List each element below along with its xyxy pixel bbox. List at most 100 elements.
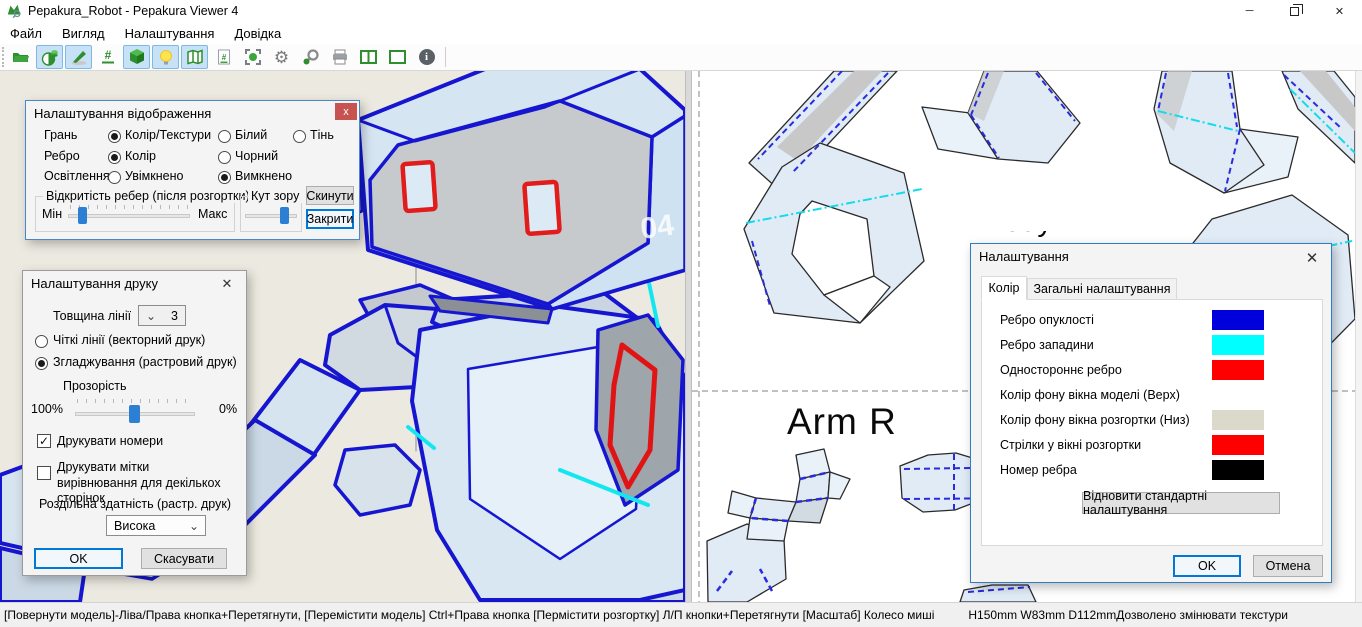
print-button[interactable]: [326, 45, 353, 69]
close-icon: ✕: [1306, 250, 1319, 267]
about-button[interactable]: i: [413, 45, 440, 69]
tab-color[interactable]: Колір: [981, 276, 1027, 300]
transparency-slider[interactable]: [75, 399, 195, 421]
close-button[interactable]: ✕: [1317, 0, 1362, 22]
convex-edge-label: Ребро опуклості: [1000, 313, 1094, 327]
line-width-value: 3: [171, 309, 178, 323]
edge-black-label: Чорний: [235, 149, 278, 163]
show-unfold-pattern-button[interactable]: [181, 45, 208, 69]
edge-color-mode-button[interactable]: [65, 45, 92, 69]
line-width-spinner[interactable]: ⌄ 3: [138, 305, 186, 326]
edge-color-radio[interactable]: [108, 151, 121, 164]
fov-slider-thumb[interactable]: [280, 207, 289, 224]
menu-settings[interactable]: Налаштування: [115, 24, 225, 43]
fov-group-label: Кут зору: [248, 189, 302, 203]
resolution-dropdown[interactable]: Висока ⌄: [106, 515, 206, 536]
edge-openness-slider-thumb[interactable]: [78, 207, 87, 224]
close-display-button[interactable]: Закрити: [306, 209, 354, 229]
edge-number-label: Номер ребра: [1000, 463, 1077, 477]
face-color-texture-radio[interactable]: [108, 130, 121, 143]
convex-edge-swatch[interactable]: [1212, 310, 1264, 330]
alignment-marks-checkbox[interactable]: [37, 466, 51, 480]
print-dialog-close-button[interactable]: ✕: [218, 276, 236, 292]
close-icon: ✕: [1335, 5, 1344, 18]
toolbar: #: [0, 44, 1362, 71]
edge-label: Ребро: [44, 149, 80, 163]
transparency-left-value: 100%: [31, 402, 63, 416]
resolution-label: Роздільна здатність (растр. друк): [39, 497, 231, 511]
transparency-label: Прозорість: [63, 379, 127, 393]
fov-slider[interactable]: [245, 205, 297, 225]
pane-divider[interactable]: [685, 71, 692, 602]
info-icon: i: [419, 49, 435, 65]
restore-icon: [1290, 7, 1299, 16]
restore-defaults-button[interactable]: Відновити стандартні налаштування: [1082, 492, 1280, 514]
menu-help[interactable]: Довідка: [224, 24, 291, 43]
tab-general[interactable]: Загальні налаштування: [1027, 278, 1177, 300]
cube-icon: [128, 48, 146, 66]
two-pane-layout-button[interactable]: [355, 45, 382, 69]
concave-edge-swatch[interactable]: [1212, 335, 1264, 355]
print-settings-dialog: Налаштування друку ✕ Товщина лінії ⌄ 3 Ч…: [22, 270, 247, 576]
settings-cancel-button[interactable]: Отмена: [1253, 555, 1323, 577]
lighting-on-label: Увімкнено: [125, 169, 183, 183]
show-edge-numbers-button[interactable]: #: [94, 45, 121, 69]
face-white-label: Білий: [235, 128, 267, 142]
open-folder-icon: [12, 49, 30, 65]
face-shadow-label: Тінь: [310, 128, 334, 142]
menu-file[interactable]: Файл: [0, 24, 52, 43]
model-bg-swatch[interactable]: [1212, 385, 1264, 405]
raster-print-radio[interactable]: [35, 357, 48, 370]
print-ok-button[interactable]: OK: [34, 548, 123, 569]
vector-print-radio[interactable]: [35, 335, 48, 348]
fit-to-view-button[interactable]: [239, 45, 266, 69]
print-numbers-checkbox[interactable]: ✓: [37, 434, 51, 448]
vector-print-label: Чіткі лінії (векторний друк): [53, 333, 205, 347]
pattern-label-arm-r: Arm R: [787, 401, 897, 443]
select-object-icon: [244, 48, 262, 66]
show-model-button[interactable]: [123, 45, 150, 69]
open-file-button[interactable]: [7, 45, 34, 69]
lighting-button[interactable]: [152, 45, 179, 69]
minimize-icon: ─: [1246, 5, 1254, 17]
raster-print-label: Згладжування (растровий друк): [53, 355, 237, 369]
chevron-down-icon: ⌄: [189, 522, 199, 530]
face-white-radio[interactable]: [218, 130, 231, 143]
print-numbers-button[interactable]: #: [210, 45, 237, 69]
reset-button[interactable]: Скинути: [306, 186, 354, 205]
app-logo-icon: [6, 3, 22, 19]
show-textures-button[interactable]: [36, 45, 63, 69]
face-shadow-radio[interactable]: [293, 130, 306, 143]
app-window: Pepakura_Robot - Pepakura Viewer 4 ─ ✕ Ф…: [0, 0, 1362, 627]
view-config-button[interactable]: [297, 45, 324, 69]
minimize-button[interactable]: ─: [1227, 0, 1272, 22]
pattern-bg-swatch[interactable]: [1212, 410, 1264, 430]
pattern-label-body: Body: [984, 231, 1104, 243]
menu-view[interactable]: Вигляд: [52, 24, 115, 43]
close-icon: ✕: [222, 276, 233, 291]
close-icon: x: [343, 106, 349, 118]
transparency-slider-thumb[interactable]: [129, 405, 140, 423]
lighting-on-radio[interactable]: [108, 171, 121, 184]
pattern-arrows-swatch[interactable]: [1212, 435, 1264, 455]
lighting-off-radio[interactable]: [218, 171, 231, 184]
settings-dialog-close-button[interactable]: ✕: [1303, 249, 1321, 267]
check-icon: ✓: [39, 434, 49, 448]
print-cancel-button[interactable]: Скасувати: [141, 548, 227, 569]
status-dimensions: H150mm W83mm D112mm: [968, 608, 1116, 622]
display-dialog-close-button[interactable]: x: [335, 103, 357, 120]
restore-button[interactable]: [1272, 0, 1317, 22]
edge-openness-slider[interactable]: [68, 205, 190, 225]
color-tab-page: Ребро опуклості Ребро западини Односторо…: [981, 299, 1323, 546]
hash-numbers-icon: #: [99, 48, 117, 66]
settings-ok-button[interactable]: OK: [1173, 555, 1241, 577]
print-numbers-label: Друкувати номери: [57, 434, 163, 448]
settings-button[interactable]: ⚙: [268, 45, 295, 69]
single-pane-layout-button[interactable]: [384, 45, 411, 69]
vertical-scrollbar[interactable]: [1355, 71, 1362, 602]
display-settings-dialog: Налаштування відображення x Грань Колір/…: [25, 100, 360, 240]
transparency-right-value: 0%: [219, 402, 237, 416]
edge-number-swatch[interactable]: [1212, 460, 1264, 480]
edge-black-radio[interactable]: [218, 151, 231, 164]
single-edge-swatch[interactable]: [1212, 360, 1264, 380]
